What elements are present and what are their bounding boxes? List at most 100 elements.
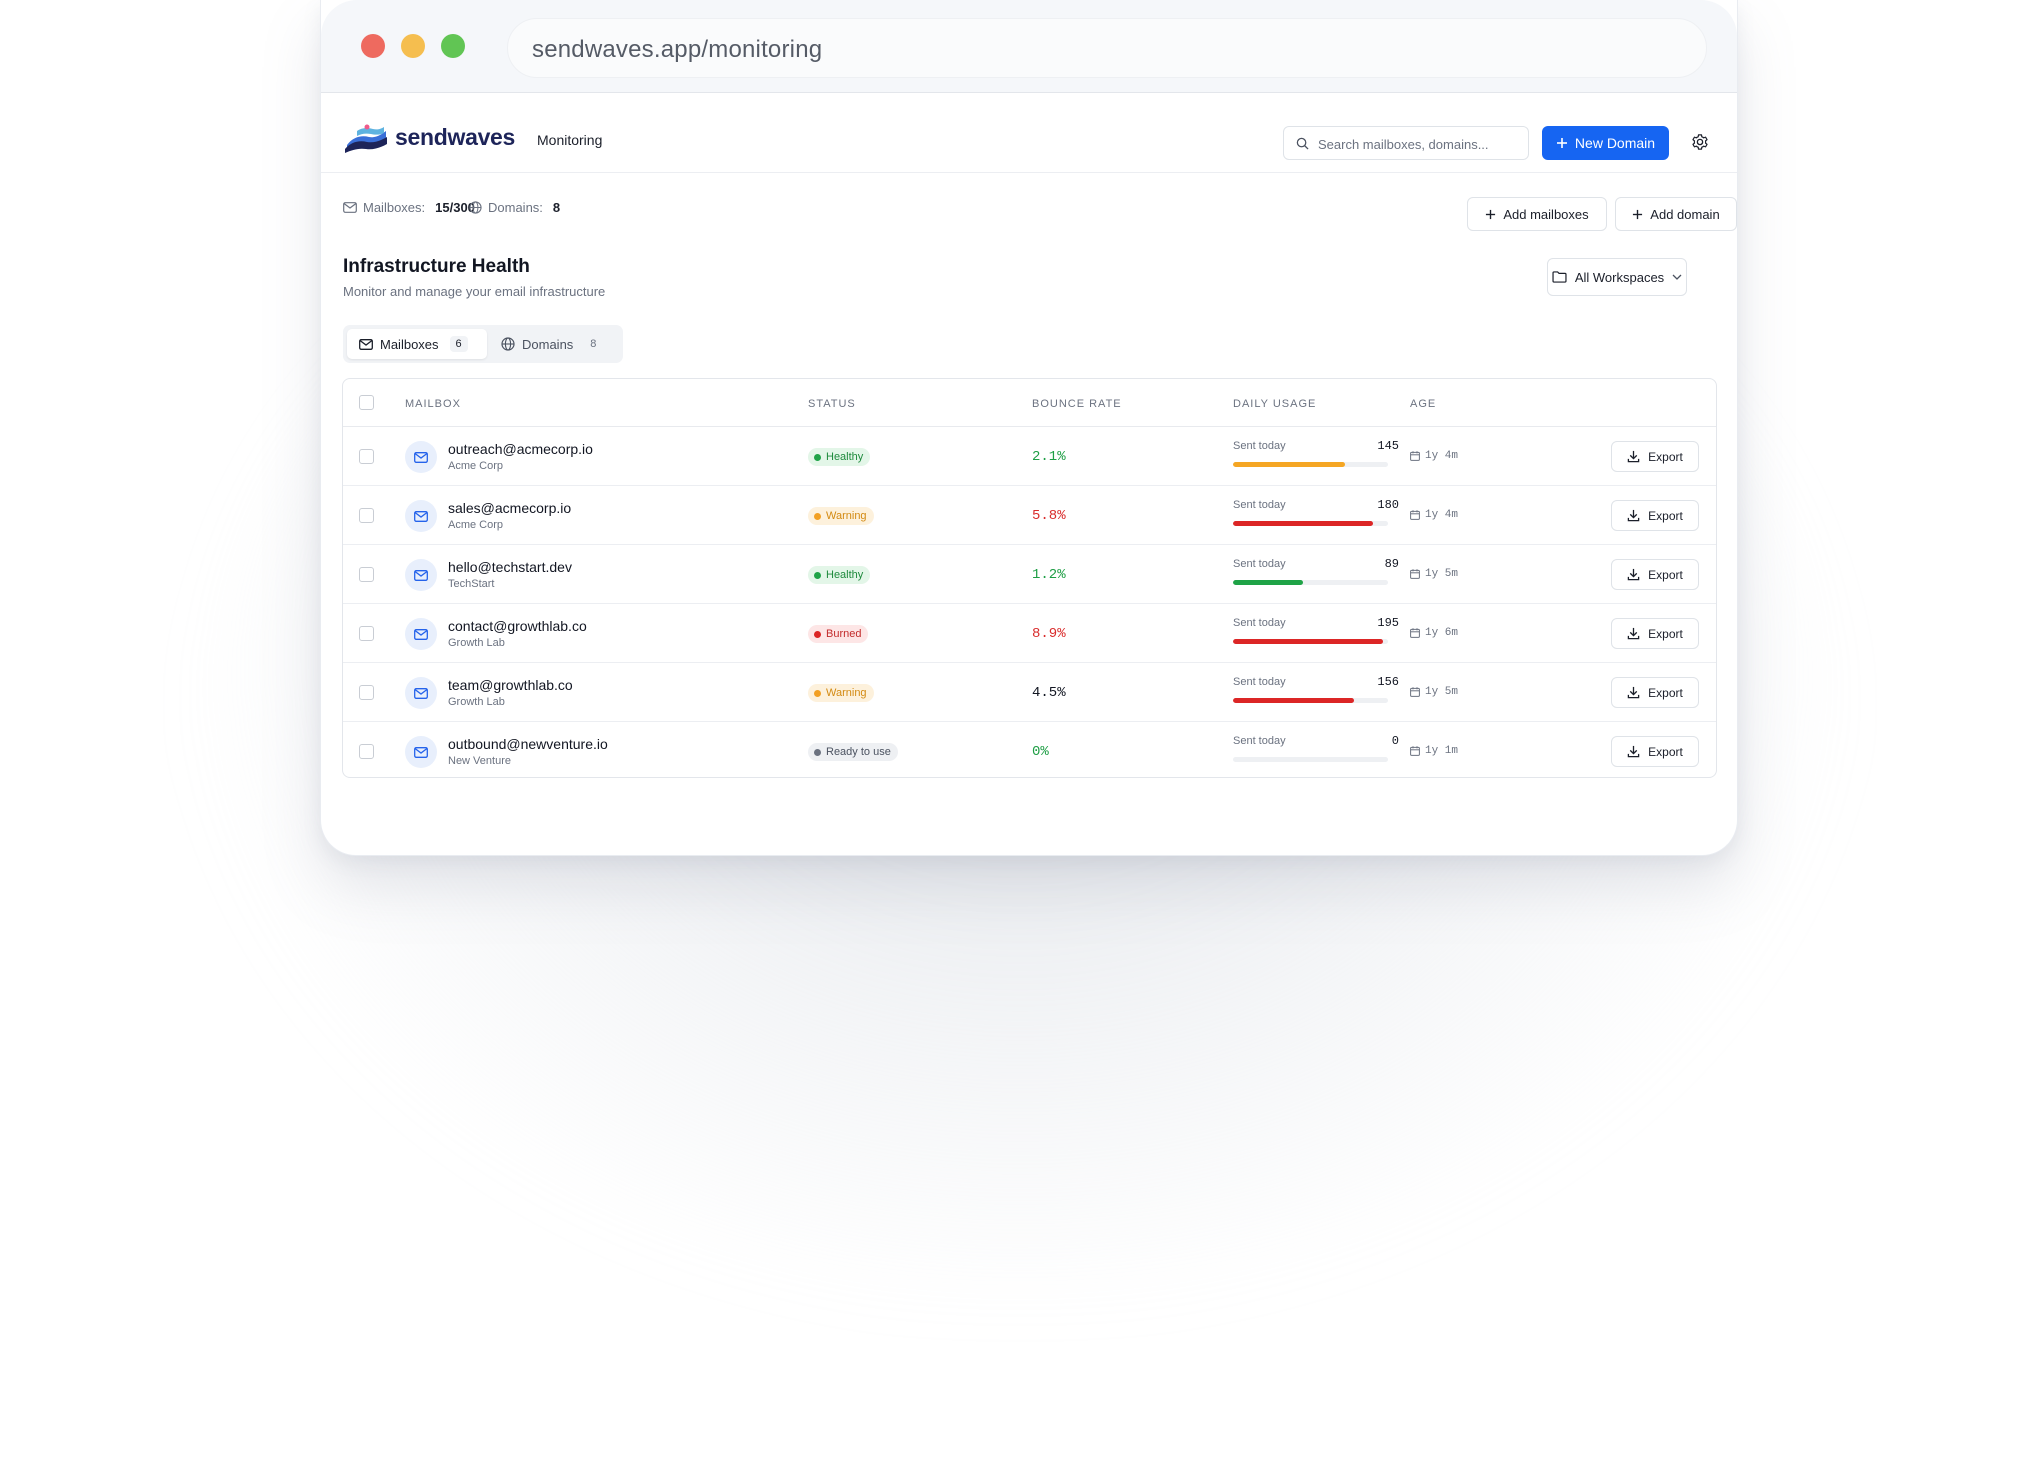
mailbox-age-value: 1y 5m <box>1425 686 1459 698</box>
mail-icon <box>414 628 428 640</box>
usage-label: Sent today <box>1233 676 1286 688</box>
row-checkbox[interactable] <box>359 626 374 641</box>
tab-domains-count: 8 <box>590 338 597 350</box>
address-bar[interactable]: sendwaves.app/monitoring <box>507 18 1707 78</box>
calendar-icon <box>1410 569 1420 579</box>
column-daily-usage: DAILY USAGE <box>1233 398 1317 410</box>
search-input[interactable] <box>1318 133 1518 155</box>
mailbox-age-value: 1y 6m <box>1425 627 1459 639</box>
mailbox-avatar <box>405 618 437 650</box>
address-url: sendwaves.app/monitoring <box>532 36 823 63</box>
add-mailboxes-button[interactable]: Add mailboxes <box>1467 197 1607 231</box>
download-icon <box>1627 450 1640 463</box>
add-domain-label: Add domain <box>1650 206 1720 222</box>
download-icon <box>1627 509 1640 522</box>
window-close-button[interactable] <box>361 34 385 58</box>
download-icon <box>1627 686 1640 699</box>
usage-bar <box>1233 639 1388 644</box>
mailbox-org: Growth Lab <box>448 696 505 708</box>
search-icon <box>1296 137 1309 150</box>
view-tabs: Mailboxes 6 Domains 8 <box>343 325 623 363</box>
mailbox-email[interactable]: team@growthlab.co <box>448 677 573 693</box>
usage-label: Sent today <box>1233 617 1286 629</box>
bounce-rate: 1.2% <box>1032 567 1066 583</box>
table-row-2: sales@acmecorp.io Acme Corp Warning 5.8%… <box>343 486 1716 545</box>
mailbox-email[interactable]: contact@growthlab.co <box>448 618 587 634</box>
mail-icon <box>414 687 428 699</box>
search-box[interactable] <box>1283 126 1529 160</box>
export-button[interactable]: Export <box>1611 441 1699 472</box>
export-button[interactable]: Export <box>1611 677 1699 708</box>
table-body: outreach@acmecorp.io Acme Corp Healthy 2… <box>343 427 1716 777</box>
mail-icon <box>343 202 357 213</box>
mail-icon <box>414 510 428 522</box>
column-status: STATUS <box>808 398 856 410</box>
mailboxes-stat-label: Mailboxes: <box>363 200 426 215</box>
tab-mailboxes[interactable]: Mailboxes 6 <box>347 329 487 359</box>
mailbox-age: 1y 5m <box>1410 686 1458 698</box>
mailbox-org: Growth Lab <box>448 637 505 649</box>
mail-icon <box>414 746 428 758</box>
browser-window: sendwaves.app/monitoring sendwaves Monit… <box>320 0 1738 856</box>
status-dot <box>814 689 821 697</box>
export-button[interactable]: Export <box>1611 736 1699 767</box>
export-label: Export <box>1648 744 1683 759</box>
window-minimize-button[interactable] <box>401 34 425 58</box>
mailbox-age-value: 1y 1m <box>1425 745 1459 757</box>
column-mailbox: MAILBOX <box>405 398 461 410</box>
tab-domains[interactable]: Domains 8 <box>491 329 619 359</box>
status-badge: Ready to use <box>808 743 898 761</box>
select-all-checkbox[interactable] <box>359 395 374 410</box>
plus-icon <box>1556 138 1567 148</box>
usage-value: 195 <box>1377 616 1399 630</box>
mail-icon <box>414 569 428 581</box>
export-button[interactable]: Export <box>1611 618 1699 649</box>
status-dot <box>814 571 821 579</box>
usage-bar-fill <box>1233 639 1384 644</box>
mailbox-email[interactable]: outreach@acmecorp.io <box>448 441 593 457</box>
status-label: Burned <box>826 628 862 640</box>
status-label: Ready to use <box>826 746 891 758</box>
tab-domains-label: Domains <box>522 336 574 352</box>
export-button[interactable]: Export <box>1611 559 1699 590</box>
row-checkbox[interactable] <box>359 744 374 759</box>
usage-bar <box>1233 521 1388 526</box>
new-domain-button[interactable]: New Domain <box>1542 126 1669 160</box>
gear-icon[interactable] <box>1691 133 1709 151</box>
domains-stat: Domains: 8 <box>469 200 560 215</box>
mailbox-age: 1y 4m <box>1410 450 1458 462</box>
mailbox-email[interactable]: sales@acmecorp.io <box>448 500 571 516</box>
export-button[interactable]: Export <box>1611 500 1699 531</box>
mailbox-age: 1y 1m <box>1410 745 1458 757</box>
mailboxes-stat: Mailboxes: 15/300 <box>343 200 475 215</box>
globe-icon <box>469 201 482 214</box>
domains-stat-value: 8 <box>552 200 561 215</box>
column-age: AGE <box>1410 398 1437 410</box>
row-checkbox[interactable] <box>359 685 374 700</box>
table-row-3: hello@techstart.dev TechStart Healthy 1.… <box>343 545 1716 604</box>
bounce-rate: 4.5% <box>1032 685 1066 701</box>
mailbox-email[interactable]: hello@techstart.dev <box>448 559 572 575</box>
plus-icon <box>1633 209 1643 219</box>
window-maximize-button[interactable] <box>441 34 465 58</box>
usage-value: 0 <box>1391 734 1399 748</box>
export-label: Export <box>1648 449 1683 464</box>
mailbox-age-value: 1y 4m <box>1425 509 1459 521</box>
mailbox-age-value: 1y 5m <box>1425 568 1459 580</box>
usage-label: Sent today <box>1233 440 1286 452</box>
calendar-icon <box>1410 510 1420 520</box>
status-badge: Burned <box>808 625 869 643</box>
add-mailboxes-label: Add mailboxes <box>1503 206 1589 222</box>
mailbox-email[interactable]: outbound@newventure.io <box>448 736 608 752</box>
add-domain-button[interactable]: Add domain <box>1615 197 1737 231</box>
row-checkbox[interactable] <box>359 508 374 523</box>
nav-monitoring[interactable]: Monitoring <box>537 132 602 148</box>
row-checkbox[interactable] <box>359 567 374 582</box>
usage-label: Sent today <box>1233 499 1286 511</box>
table-row-5: team@growthlab.co Growth Lab Warning 4.5… <box>343 663 1716 722</box>
workspace-select[interactable]: All Workspaces <box>1547 258 1687 296</box>
calendar-icon <box>1410 746 1420 756</box>
row-checkbox[interactable] <box>359 449 374 464</box>
browser-titlebar: sendwaves.app/monitoring <box>321 0 1737 93</box>
export-label: Export <box>1648 567 1683 582</box>
